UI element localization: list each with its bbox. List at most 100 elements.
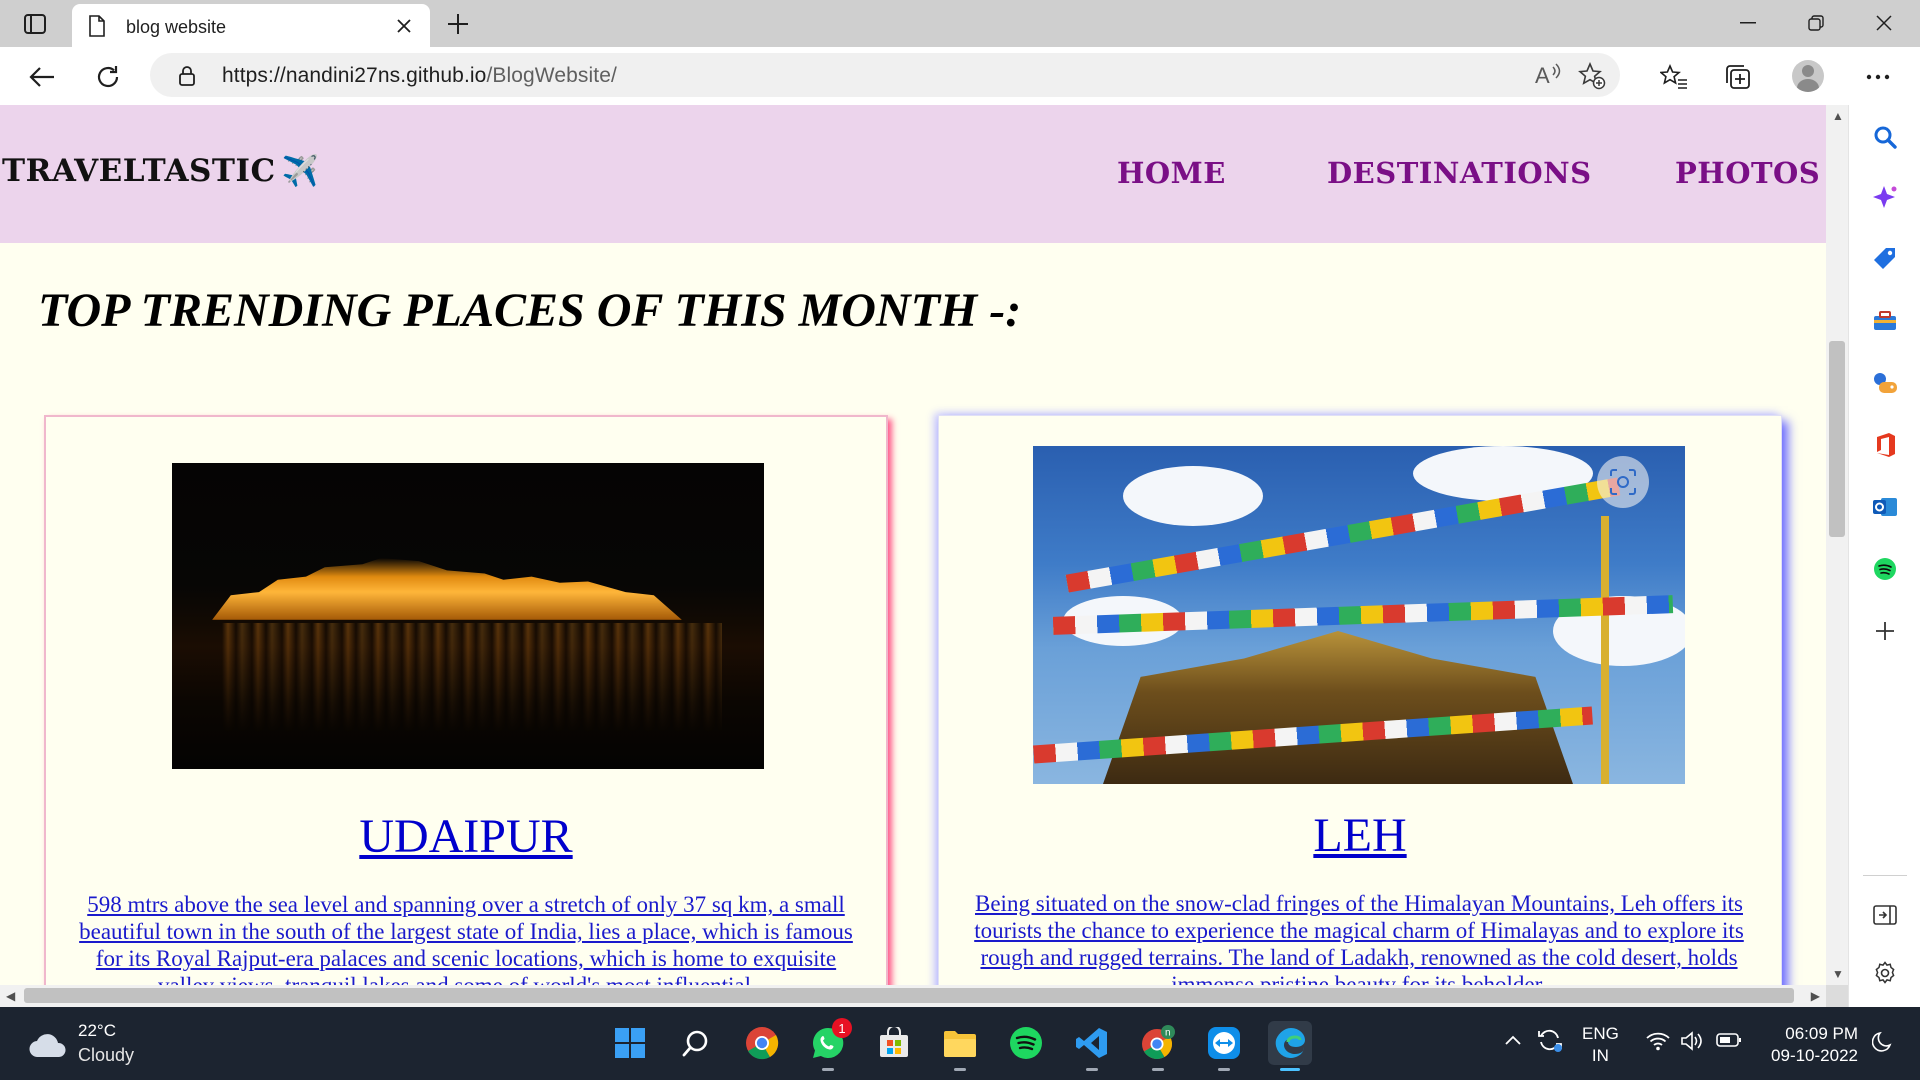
notifications-button[interactable] bbox=[1871, 1031, 1892, 1058]
network-button[interactable] bbox=[1646, 1031, 1670, 1056]
notification-badge: 1 bbox=[832, 1018, 852, 1038]
restore-icon bbox=[1808, 15, 1824, 31]
collections-icon bbox=[1726, 65, 1750, 89]
show-hidden-icons-button[interactable] bbox=[1504, 1033, 1522, 1051]
windows-taskbar: 22°C Cloudy 1 n ENG IN 06:09 PM 09-10-20… bbox=[0, 1007, 1920, 1080]
add-favorite-button[interactable] bbox=[1578, 61, 1606, 95]
airplane-icon: ✈️ bbox=[281, 154, 320, 189]
edge-sidebar bbox=[1848, 105, 1920, 1007]
close-window-button[interactable] bbox=[1862, 8, 1906, 38]
close-tab-button[interactable] bbox=[392, 14, 416, 38]
restore-button[interactable] bbox=[1794, 8, 1838, 38]
leh-photo[interactable] bbox=[1033, 446, 1685, 784]
refresh-button[interactable] bbox=[90, 59, 126, 95]
nav-home-link[interactable]: HOME bbox=[1117, 156, 1226, 190]
search-icon bbox=[682, 1030, 708, 1057]
scrollbar-thumb[interactable] bbox=[1829, 341, 1845, 537]
sidebar-discover-button[interactable] bbox=[1867, 179, 1903, 215]
sidebar-settings-button[interactable] bbox=[1867, 955, 1903, 991]
battery-button[interactable] bbox=[1716, 1032, 1742, 1053]
sidebar-search-button[interactable] bbox=[1867, 119, 1903, 155]
favorites-button[interactable] bbox=[1656, 59, 1692, 95]
collections-button[interactable] bbox=[1720, 59, 1756, 95]
windows-logo-icon bbox=[615, 1028, 645, 1058]
read-aloud-button[interactable]: A bbox=[1534, 62, 1562, 93]
nav-photos-link[interactable]: PHOTOS bbox=[1675, 156, 1820, 190]
running-indicator bbox=[1218, 1068, 1230, 1071]
visual-search-button[interactable] bbox=[1597, 456, 1649, 508]
lake-reflection bbox=[222, 623, 722, 733]
taskbar-chrome[interactable] bbox=[740, 1021, 784, 1065]
nav-destinations-link[interactable]: DESTINATIONS bbox=[1327, 156, 1592, 190]
settings-more-button[interactable] bbox=[1860, 59, 1896, 95]
sidebar-office-button[interactable] bbox=[1867, 427, 1903, 463]
taskbar-vscode[interactable] bbox=[1070, 1021, 1114, 1071]
horizontal-scrollbar[interactable]: ◀ ▶ bbox=[0, 985, 1826, 1007]
scroll-left-icon[interactable]: ◀ bbox=[6, 989, 15, 1003]
taskbar-spotify[interactable] bbox=[1004, 1021, 1048, 1065]
visual-search-icon bbox=[1610, 469, 1636, 495]
sidebar-tools-button[interactable] bbox=[1867, 303, 1903, 339]
scroll-down-icon[interactable]: ▼ bbox=[1832, 967, 1844, 981]
sidebar-divider bbox=[1863, 875, 1907, 876]
flag-pole bbox=[1601, 516, 1609, 784]
taskbar-file-explorer[interactable] bbox=[938, 1021, 982, 1071]
back-button[interactable] bbox=[24, 59, 60, 95]
taskbar-edge[interactable] bbox=[1268, 1021, 1312, 1071]
chevron-up-icon bbox=[1505, 1035, 1521, 1045]
weather-condition: Cloudy bbox=[78, 1045, 135, 1065]
sync-icon bbox=[1538, 1029, 1562, 1052]
minimize-button[interactable] bbox=[1726, 8, 1770, 38]
profile-avatar[interactable] bbox=[1792, 60, 1824, 92]
store-icon bbox=[880, 1027, 908, 1057]
active-tab[interactable]: blog website bbox=[72, 4, 430, 47]
taskbar-search-button[interactable] bbox=[674, 1021, 718, 1065]
browser-toolbar: https://nandini27ns.github.io/BlogWebsit… bbox=[0, 47, 1920, 105]
scrollbar-thumb[interactable] bbox=[24, 988, 1794, 1003]
new-tab-button[interactable] bbox=[444, 10, 472, 38]
taskbar-store[interactable] bbox=[872, 1021, 916, 1065]
weather-temp: 22°C bbox=[78, 1021, 116, 1040]
taskbar-chrome-profile[interactable]: n bbox=[1136, 1021, 1180, 1071]
vertical-scrollbar[interactable]: ▲ ▼ bbox=[1826, 105, 1848, 985]
running-indicator bbox=[1152, 1068, 1164, 1071]
card-description-link[interactable]: Being situated on the snow-clad fringes … bbox=[961, 890, 1757, 985]
start-button[interactable] bbox=[608, 1021, 652, 1065]
card-description-link[interactable]: 598 mtrs above the sea level and spannin… bbox=[68, 891, 864, 985]
sidebar-games-button[interactable] bbox=[1867, 365, 1903, 401]
sidebar-spotify-button[interactable] bbox=[1867, 551, 1903, 587]
sync-status-button[interactable] bbox=[1536, 1027, 1564, 1058]
refresh-icon bbox=[97, 66, 119, 88]
tag-icon bbox=[1874, 248, 1895, 269]
tab-title: blog website bbox=[126, 17, 227, 37]
url-text: https://nandini27ns.github.io/BlogWebsit… bbox=[222, 64, 617, 88]
scroll-up-icon[interactable]: ▲ bbox=[1832, 109, 1844, 123]
system-clock[interactable]: 06:09 PM 09-10-2022 bbox=[1762, 1023, 1858, 1067]
taskbar-teamviewer[interactable] bbox=[1202, 1021, 1246, 1071]
read-aloud-icon: A bbox=[1535, 63, 1561, 88]
gear-icon bbox=[1875, 961, 1895, 984]
site-logo[interactable]: TRAVELTASTIC ✈️ bbox=[2, 153, 320, 189]
scrollbar-corner bbox=[1826, 985, 1848, 1007]
url-path: /BlogWebsite/ bbox=[486, 64, 617, 87]
scroll-right-icon[interactable]: ▶ bbox=[1811, 989, 1820, 1003]
udaipur-photo[interactable] bbox=[172, 463, 764, 769]
destination-card-udaipur: UDAIPUR 598 mtrs above the sea level and… bbox=[44, 415, 888, 985]
chrome-profile-icon: n bbox=[1142, 1025, 1175, 1060]
sidebar-add-button[interactable] bbox=[1867, 613, 1903, 649]
card-title-link[interactable]: UDAIPUR bbox=[46, 809, 886, 864]
card-title-link[interactable]: LEH bbox=[939, 808, 1781, 863]
tab-actions-button[interactable] bbox=[18, 11, 52, 37]
svg-text:A: A bbox=[1535, 63, 1550, 88]
taskbar-whatsapp[interactable]: 1 bbox=[806, 1018, 852, 1071]
lock-icon[interactable] bbox=[178, 65, 196, 92]
sidebar-shopping-button[interactable] bbox=[1867, 241, 1903, 277]
address-bar[interactable]: https://nandini27ns.github.io/BlogWebsit… bbox=[150, 53, 1620, 97]
close-icon bbox=[397, 19, 411, 33]
sidebar-outlook-button[interactable] bbox=[1867, 489, 1903, 525]
volume-button[interactable] bbox=[1680, 1030, 1704, 1057]
wifi-icon bbox=[1646, 1032, 1670, 1051]
site-navbar: TRAVELTASTIC ✈️ HOME DESTINATIONS PHOTOS bbox=[0, 105, 1826, 243]
sidebar-hide-button[interactable] bbox=[1867, 897, 1903, 933]
input-language-button[interactable]: ENG IN bbox=[1582, 1023, 1619, 1067]
